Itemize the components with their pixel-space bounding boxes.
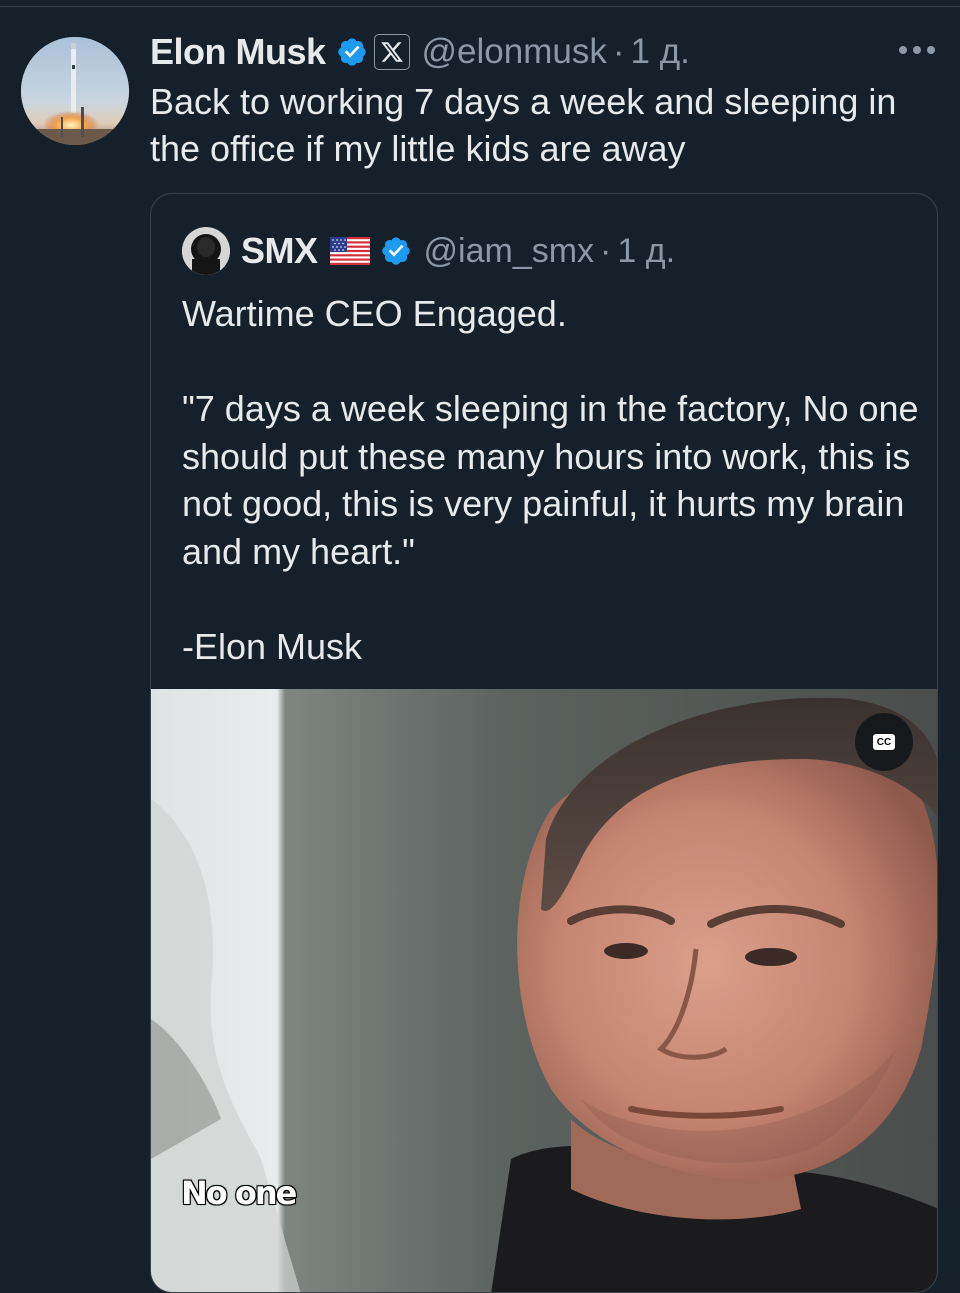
video-subtitle: No one	[180, 1173, 298, 1213]
quote-timestamp: 1 д.	[617, 231, 676, 270]
quote-header: SMX @iam_smx · 1 д.	[182, 227, 676, 275]
tweet-header: Elon Musk @elonmusk · 1 д.	[150, 28, 690, 76]
quote-header-separator: ·	[600, 231, 612, 270]
tweet-text: Back to working 7 days a week and sleepi…	[150, 81, 897, 169]
quote-text-line: -Elon Musk	[182, 625, 363, 667]
more-options-icon[interactable]	[896, 38, 938, 62]
closed-captions-button[interactable]: CC	[855, 713, 913, 771]
tweet-timestamp[interactable]: 1 д.	[631, 32, 690, 72]
us-flag-icon	[329, 237, 370, 265]
more-dot	[899, 46, 907, 54]
x-logo-glyph	[380, 42, 403, 62]
author-handle[interactable]: @elonmusk	[422, 32, 607, 72]
quote-text-line: Wartime CEO Engaged.	[182, 293, 567, 334]
quote-display-name: SMX	[241, 230, 318, 271]
author-display-name[interactable]: Elon Musk	[150, 31, 326, 73]
more-dot	[913, 46, 921, 54]
author-avatar[interactable]	[21, 37, 129, 145]
quote-text-line: "7 days a week sleeping in the factory, …	[182, 388, 919, 572]
quote-text: Wartime CEO Engaged. "7 days a week slee…	[182, 290, 922, 670]
verified-badge-icon	[381, 237, 410, 265]
cc-icon: CC	[873, 734, 895, 750]
top-divider	[0, 6, 960, 7]
quote-author-avatar	[182, 227, 230, 275]
verified-badge-icon[interactable]	[336, 36, 368, 68]
x-logo-icon[interactable]	[373, 34, 410, 70]
quoted-tweet-card[interactable]: SMX @iam_smx · 1 д. Wartime CEO Engaged.…	[150, 193, 938, 1293]
quote-avatar-image	[182, 227, 230, 275]
video-player[interactable]: CC No one	[151, 689, 937, 1292]
rocket-launch-avatar-image	[21, 37, 129, 145]
header-separator: ·	[612, 32, 625, 71]
more-dot	[927, 46, 935, 54]
quote-author-handle: @iam_smx	[423, 231, 595, 270]
